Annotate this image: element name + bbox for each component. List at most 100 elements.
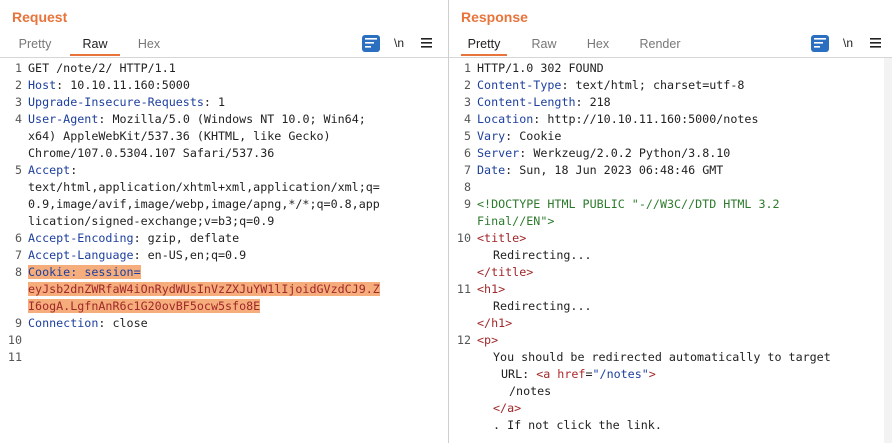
html-text: You should be redirected automatically t… xyxy=(493,350,831,364)
header-name: Location xyxy=(477,112,534,126)
header-name: Content-Length xyxy=(477,95,576,109)
line-number: 8 xyxy=(14,265,22,279)
code-line-wrap: Redirecting... xyxy=(449,247,892,264)
code-line-wrap: </a> xyxy=(449,400,892,417)
html-tag: <h1> xyxy=(477,282,506,296)
code-line: 11 <h1> xyxy=(449,281,892,298)
code-line-wrap: 0.9,image/avif,image/webp,image/apng,*/*… xyxy=(0,196,448,213)
code-line: 4 User-Agent: Mozilla/5.0 (Windows NT 10.… xyxy=(0,111,448,128)
code-line: 5 Vary: Cookie xyxy=(449,128,892,145)
line-number: 11 xyxy=(7,350,22,364)
code-line-wrap: Final//EN"> xyxy=(449,213,892,230)
request-tab-hex[interactable]: Hex xyxy=(130,36,168,56)
header-name: Accept-Encoding xyxy=(28,231,134,245)
response-tab-pretty[interactable]: Pretty xyxy=(461,36,507,56)
line-number: 1 xyxy=(463,61,471,75)
code-line-wrap: lication/signed-exchange;v=b3;q=0.9 xyxy=(0,213,448,230)
header-name: Host xyxy=(28,78,57,92)
header-value: Mozilla/5.0 (Windows NT 10.0; Win64; xyxy=(105,112,366,126)
html-tag: <p> xyxy=(477,333,499,347)
code-line: 6 Server: Werkzeug/2.0.2 Python/3.8.10 xyxy=(449,145,892,162)
request-tabs: Pretty Raw Hex xyxy=(0,36,448,56)
header-value: 1 xyxy=(210,95,226,109)
header-value: Sun, 18 Jun 2023 06:48:46 GMT xyxy=(512,163,724,177)
request-editor[interactable]: 1 GET /note/2/ HTTP/1.1 2 Host: 10.10.11.1… xyxy=(0,58,448,443)
status-line: HTTP/1.0 302 FOUND xyxy=(477,61,604,75)
line-number: 6 xyxy=(463,146,471,160)
code-line: 8 Cookie: session= xyxy=(0,264,448,281)
code-line-wrap: text/html,application/xhtml+xml,applicat… xyxy=(0,179,448,196)
line-number: 2 xyxy=(14,78,22,92)
code-line-wrap: </title> xyxy=(449,264,892,281)
header-name: Date xyxy=(477,163,506,177)
code-line: 5 Accept: xyxy=(0,162,448,179)
line-number: 3 xyxy=(463,95,471,109)
response-wrap-button[interactable] xyxy=(811,35,829,52)
hamburger-menu-icon xyxy=(869,38,881,48)
response-tab-render[interactable]: Render xyxy=(635,36,685,56)
request-tab-raw[interactable]: Raw xyxy=(70,36,120,56)
html-tag: </a> xyxy=(493,401,522,415)
header-name: Upgrade-Insecure-Requests xyxy=(28,95,204,109)
cookie-value-highlighted[interactable]: I6ogA.LgfnAnR6c1G20ovBF5ocw5sfo8E xyxy=(28,299,261,313)
header-value: en-US,en;q=0.9 xyxy=(140,248,247,262)
line-number: 9 xyxy=(14,316,22,330)
header-name: Accept xyxy=(28,163,71,177)
response-newline-toggle[interactable]: \n xyxy=(840,35,856,52)
code-line: 7 Date: Sun, 18 Jun 2023 06:48:46 GMT xyxy=(449,162,892,179)
header-value: Werkzeug/2.0.2 Python/3.8.10 xyxy=(526,146,731,160)
code-line: 3 Upgrade-Insecure-Requests: 1 xyxy=(0,94,448,111)
request-pane: Request Pretty Raw Hex \n 1 GET /note/2/ … xyxy=(0,0,448,443)
line-number: 10 xyxy=(456,231,471,245)
html-punct: = xyxy=(585,367,593,381)
request-menu-button[interactable] xyxy=(418,35,434,52)
html-tag: > xyxy=(648,367,656,381)
cookie-value-highlighted[interactable]: eyJsb2dnZWRfaW4iOnRydWUsInVzZXJuYW1lIjoi… xyxy=(28,282,380,296)
line-number: 1 xyxy=(14,61,22,75)
header-name: Vary xyxy=(477,129,506,143)
html-text: . If not click the link. xyxy=(493,418,662,432)
code-line-wrap: </h1> xyxy=(449,315,892,332)
html-attr-value: "/notes" xyxy=(592,367,649,381)
line-number: 12 xyxy=(456,333,471,347)
line-number: 2 xyxy=(463,78,471,92)
code-line: 1 GET /note/2/ HTTP/1.1 xyxy=(0,60,448,77)
line-number: 11 xyxy=(456,282,471,296)
header-value-continuation: lication/signed-exchange;v=b3;q=0.9 xyxy=(28,214,275,228)
code-line-wrap: URL: <a href="/notes"> xyxy=(449,366,892,383)
code-line-wrap: /notes xyxy=(449,383,892,400)
code-line: 1 HTTP/1.0 302 FOUND xyxy=(449,60,892,77)
doctype: <!DOCTYPE HTML PUBLIC "-//W3C//DTD HTML … xyxy=(477,197,780,211)
code-line: 4 Location: http://10.10.11.160:5000/note… xyxy=(449,111,892,128)
response-tab-hex[interactable]: Hex xyxy=(581,36,615,56)
line-number: 7 xyxy=(14,248,22,262)
line-number: 6 xyxy=(14,231,22,245)
code-line: 3 Content-Length: 218 xyxy=(449,94,892,111)
code-line: 12 <p> xyxy=(449,332,892,349)
header-value: 10.10.11.160:5000 xyxy=(63,78,190,92)
response-menu-button[interactable] xyxy=(867,35,883,52)
header-name: Content-Type xyxy=(477,78,562,92)
response-editor[interactable]: 1 HTTP/1.0 302 FOUND 2 Content-Type: text/… xyxy=(449,58,892,443)
html-text: Redirecting... xyxy=(493,248,592,262)
code-line-wrap: Chrome/107.0.5304.107 Safari/537.36 xyxy=(0,145,448,162)
request-newline-toggle[interactable]: \n xyxy=(391,35,407,52)
request-tab-pretty[interactable]: Pretty xyxy=(12,36,58,56)
html-tag: <title> xyxy=(477,231,527,245)
code-line: 8 xyxy=(449,179,892,196)
header-value: Cookie xyxy=(512,129,562,143)
html-tag: </title> xyxy=(477,265,534,279)
html-tag: <a xyxy=(536,367,551,381)
html-text: Redirecting... xyxy=(493,299,592,313)
line-number: 3 xyxy=(14,95,22,109)
line-number: 5 xyxy=(14,163,22,177)
html-tag: </h1> xyxy=(477,316,513,330)
html-text: /notes xyxy=(509,384,552,398)
response-tab-raw[interactable]: Raw xyxy=(527,36,561,56)
response-title: Response xyxy=(461,9,528,25)
cookie-name: session= xyxy=(77,265,141,279)
header-value-continuation: Chrome/107.0.5304.107 Safari/537.36 xyxy=(28,146,275,160)
request-wrap-button[interactable] xyxy=(362,35,380,52)
response-scrollbar[interactable] xyxy=(884,58,892,443)
header-value-continuation: 0.9,image/avif,image/webp,image/apng,*/*… xyxy=(28,197,380,211)
